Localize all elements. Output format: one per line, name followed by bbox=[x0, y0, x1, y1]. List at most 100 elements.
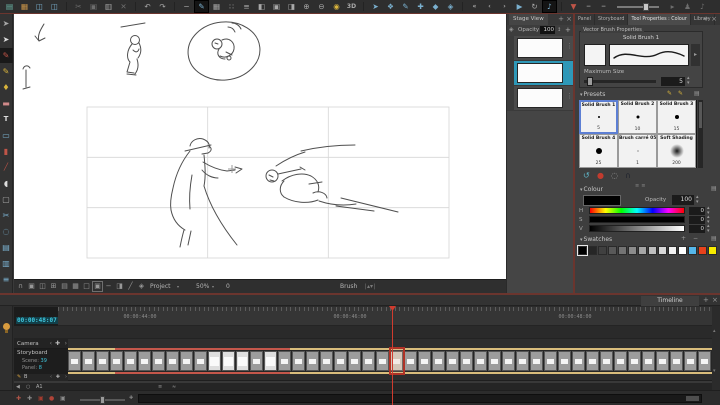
tab-panel[interactable]: Panel bbox=[575, 14, 595, 25]
add-layer-icon[interactable]: ✚ bbox=[414, 1, 427, 12]
layer-thumbnail[interactable] bbox=[517, 63, 563, 83]
v-value[interactable]: 0 bbox=[689, 225, 705, 233]
colour-swatch[interactable] bbox=[678, 246, 687, 255]
pencil-tool-icon[interactable]: ✎ bbox=[0, 64, 13, 79]
paint-colour-icon[interactable]: ● bbox=[597, 171, 604, 180]
scroll-down-icon[interactable]: ▾ bbox=[713, 368, 716, 374]
tab-stage-view[interactable]: Stage View bbox=[509, 14, 548, 25]
camera-next-icon[interactable]: › bbox=[65, 340, 67, 347]
collapse-arrow-icon[interactable]: ▾ bbox=[580, 237, 583, 243]
add-panel-tab-icon[interactable]: + bbox=[703, 15, 709, 23]
grey-marker-icon[interactable]: ▣ bbox=[60, 395, 66, 402]
panels-tool-icon[interactable]: ▤ bbox=[0, 240, 13, 255]
volume-slider-handle[interactable] bbox=[643, 3, 649, 11]
timeline-zoom-handle[interactable] bbox=[100, 396, 105, 404]
timeline-scrollbar-thumb[interactable] bbox=[686, 396, 699, 401]
storyboard-frame-thumbnail[interactable] bbox=[82, 351, 95, 371]
layer-item[interactable]: ⋮ bbox=[507, 86, 574, 111]
cut-icon[interactable]: ✂ bbox=[72, 1, 85, 12]
safe-area-icon[interactable]: ▣ bbox=[93, 282, 102, 291]
add-layer-icon[interactable]: + bbox=[565, 26, 571, 34]
new-icon[interactable]: ▤ bbox=[3, 1, 16, 12]
close-panel-tab-icon[interactable]: × bbox=[711, 15, 717, 23]
collapse-arrow-icon[interactable]: ▾ bbox=[580, 92, 583, 98]
layer-thumbnail[interactable] bbox=[517, 38, 563, 58]
storyboard-frame-thumbnail[interactable] bbox=[474, 351, 487, 371]
storyboard-frame-thumbnail[interactable] bbox=[488, 351, 501, 371]
colour-swatch[interactable] bbox=[708, 246, 717, 255]
add-timeline-tab-icon[interactable]: + bbox=[703, 296, 709, 304]
layout-c-icon[interactable]: ⊞ bbox=[49, 282, 58, 291]
text-tool-icon[interactable]: T bbox=[0, 112, 13, 127]
panel-splitter-handle[interactable]: ∣▴▾∣ bbox=[364, 283, 376, 290]
layer-add-icon[interactable]: ✚ bbox=[56, 374, 60, 380]
storyboard-frame-thumbnail[interactable] bbox=[306, 351, 319, 371]
v-slider[interactable] bbox=[589, 225, 685, 232]
zoom-level[interactable]: 50% bbox=[196, 283, 209, 290]
presets-menu-icon[interactable]: ▤ bbox=[694, 90, 700, 97]
paint-tool-icon[interactable]: ▮ bbox=[0, 144, 13, 159]
camera-selector-caret-icon[interactable]: ▾ bbox=[177, 284, 179, 289]
colour-swatch[interactable] bbox=[578, 246, 587, 255]
opacity-stepper-icon[interactable]: ↕ bbox=[557, 27, 561, 33]
storyboard-frame-thumbnail[interactable] bbox=[628, 351, 641, 371]
storyboard-frame-thumbnail[interactable] bbox=[446, 351, 459, 371]
pin-icon[interactable]: ∩ bbox=[16, 282, 25, 291]
add-transition-icon[interactable]: ✚ bbox=[16, 395, 21, 402]
rotation-value[interactable]: 0 bbox=[226, 283, 230, 290]
colour-opacity-stepper-icon[interactable]: ▴▾ bbox=[696, 195, 699, 205]
hand-tool-icon[interactable]: ◖ bbox=[0, 176, 13, 191]
lasso-tool-icon[interactable]: ◌ bbox=[0, 224, 13, 239]
knob-left-icon[interactable]: − bbox=[582, 1, 595, 12]
first-frame-icon[interactable]: « bbox=[468, 1, 481, 12]
brush-preset-item[interactable]: Solid Brush 15 bbox=[579, 100, 618, 134]
storyboard-frame-thumbnail[interactable] bbox=[432, 351, 445, 371]
current-colour-swatch[interactable] bbox=[583, 195, 621, 206]
maximum-size-stepper-icon[interactable]: ▴▾ bbox=[687, 76, 690, 86]
swatches-menu-icon[interactable]: ▤ bbox=[711, 235, 717, 242]
storyboard-frame-thumbnail[interactable] bbox=[222, 351, 235, 371]
storyboard-frame-thumbnail[interactable] bbox=[376, 351, 389, 371]
stamp-tool-icon[interactable]: ♦ bbox=[0, 80, 13, 95]
opacity-value[interactable]: 100 bbox=[540, 26, 555, 34]
new-preset-icon[interactable]: ✎ bbox=[667, 90, 672, 97]
stage-canvas[interactable] bbox=[14, 14, 506, 279]
layout-b-icon[interactable]: ◫ bbox=[38, 282, 47, 291]
camera-track-header[interactable]: Camera ‹ ✚ › bbox=[14, 339, 68, 349]
colour-swatch[interactable] bbox=[688, 246, 697, 255]
rotate-brush-icon[interactable]: ↺ bbox=[583, 171, 590, 180]
magnet-icon[interactable]: ∩ bbox=[625, 171, 631, 180]
storyboard-frame-thumbnail[interactable] bbox=[68, 351, 81, 371]
storyboard-frame-thumbnail[interactable] bbox=[152, 351, 165, 371]
colour-swatch[interactable] bbox=[598, 246, 607, 255]
camera-prev-icon[interactable]: ‹ bbox=[50, 340, 52, 347]
layer-blend-icon[interactable]: ◈ bbox=[509, 26, 514, 33]
split-view-icon[interactable]: ◨ bbox=[115, 282, 124, 291]
transform-tool-icon[interactable]: ➤ bbox=[0, 32, 13, 47]
onion-skin-icon[interactable]: ∷ bbox=[225, 1, 238, 12]
storyboard-frame-thumbnail[interactable] bbox=[614, 351, 627, 371]
layer-next-icon[interactable]: › bbox=[65, 374, 67, 380]
view-3d-icon[interactable]: 3D bbox=[345, 1, 358, 12]
layer-drag-handle-icon[interactable]: ⋮ bbox=[566, 42, 573, 50]
redo-icon[interactable]: ↷ bbox=[156, 1, 169, 12]
brush-preset-item[interactable]: Brush carré 051 bbox=[618, 134, 657, 168]
save-all-icon[interactable]: ◫ bbox=[48, 1, 61, 12]
storyboard-frame-thumbnail[interactable] bbox=[194, 351, 207, 371]
mic-icon[interactable]: ♪ bbox=[696, 1, 709, 12]
s-value[interactable]: 0 bbox=[689, 216, 705, 224]
storyboard-frame-thumbnail[interactable] bbox=[670, 351, 683, 371]
brush-preview-expand-icon[interactable]: ▸ bbox=[691, 44, 700, 66]
storyboard-frame-thumbnail[interactable] bbox=[544, 351, 557, 371]
layer-drag-handle-icon[interactable]: ⋮ bbox=[566, 67, 573, 75]
timeline-ruler[interactable]: 00:00:44:0000:00:46:0000:00:48:00 bbox=[58, 307, 712, 326]
new-panel-icon[interactable]: ❖ bbox=[384, 1, 397, 12]
layer-prev-icon[interactable]: ‹ bbox=[50, 374, 52, 380]
colour-swatch[interactable] bbox=[668, 246, 677, 255]
storyboard-frame-thumbnail[interactable] bbox=[236, 351, 249, 371]
colour-swatch[interactable] bbox=[648, 246, 657, 255]
eraser-tool-icon[interactable]: ▬ bbox=[0, 96, 13, 111]
storyboard-frame-thumbnail[interactable] bbox=[250, 351, 263, 371]
storyboard-frame-thumbnail[interactable] bbox=[698, 351, 711, 371]
add-swatch-icon[interactable]: + bbox=[681, 235, 686, 242]
